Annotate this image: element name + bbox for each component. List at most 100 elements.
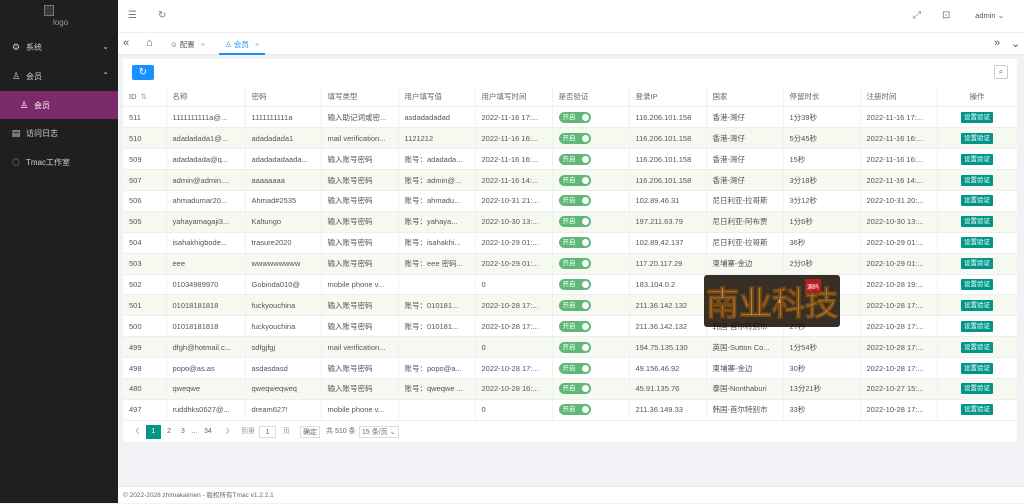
pager-page-input[interactable]: 1 [259, 426, 276, 438]
table-cell: 1分39秒 [783, 106, 861, 129]
action-cell: 设置验证 [937, 315, 1018, 338]
set-verify-button[interactable]: 设置验证 [961, 278, 993, 290]
fullscreen-icon[interactable]: ⤢ [913, 10, 921, 21]
table-cell: 504 [123, 232, 167, 254]
set-verify-button[interactable]: 设置验证 [961, 383, 993, 395]
verify-toggle[interactable]: 开启 [558, 383, 591, 395]
set-verify-button[interactable]: 设置验证 [961, 174, 993, 186]
set-verify-button[interactable]: 设置验证 [961, 362, 993, 374]
table-cell: wwwwwwwww [245, 253, 322, 275]
pager-page[interactable]: 2 [167, 425, 171, 439]
verify-toggle[interactable]: 开启 [558, 258, 591, 270]
pager-page[interactable]: 34 [204, 425, 212, 439]
table-cell: isahakhigbode... [166, 232, 246, 254]
sort-icon[interactable]: ⇅ [141, 92, 147, 101]
menu-fold-icon[interactable]: ☰ [128, 10, 137, 21]
pager-next[interactable]: 〉 [226, 425, 233, 439]
tab-config[interactable]: ☺ 配置 × [164, 36, 211, 55]
set-verify-button[interactable]: 设置验证 [961, 320, 993, 332]
table-cell: 输入账号密码 [321, 169, 399, 191]
tabs-menu-icon[interactable]: ⌄ [1011, 37, 1020, 50]
verify-toggle[interactable]: 开启 [558, 111, 591, 123]
lock-icon[interactable]: ⊡ [942, 10, 950, 21]
table-cell: adadadada1@... [166, 127, 246, 150]
verify-toggle[interactable]: 开启 [558, 404, 591, 416]
table-cell: 2022-10-29 01:... [475, 253, 553, 275]
column-header[interactable]: ID ⇅ [123, 86, 167, 108]
set-verify-button[interactable]: 设置验证 [961, 216, 993, 228]
set-verify-button[interactable]: 设置验证 [961, 111, 993, 123]
tabs-right-icon[interactable]: » [994, 37, 1000, 49]
table-cell: 账号：isahakhi... [398, 232, 476, 254]
sidebar-item-studio[interactable]: ⬡ Tmac工作室 [0, 148, 118, 177]
table-row: 500 01018181818 fuckyouchina 输入账号密码 账号：01018… [123, 315, 1018, 338]
table-cell: 5分45秒 [783, 127, 861, 150]
table-cell: 0 [475, 399, 553, 421]
verify-toggle[interactable]: 开启 [558, 195, 591, 207]
table-cell: 2022-10-28 17:... [860, 357, 938, 379]
verify-toggle[interactable]: 开启 [558, 320, 591, 332]
column-header: 停留时长 [783, 86, 861, 108]
set-verify-button[interactable]: 设置验证 [961, 153, 993, 165]
verify-toggle[interactable]: 开启 [558, 132, 591, 144]
close-icon[interactable]: × [201, 40, 205, 49]
pager-goto-label: 到第 [241, 428, 255, 435]
set-verify-button[interactable]: 设置验证 [961, 237, 993, 249]
table-cell: 197.211.63.79 [629, 211, 707, 233]
set-verify-button[interactable]: 设置验证 [961, 341, 993, 353]
table-cell: 507 [123, 169, 167, 191]
set-verify-button[interactable]: 设置验证 [961, 195, 993, 207]
table-cell: 13分21秒 [783, 378, 861, 400]
search-button[interactable]: ⌕ [994, 65, 1008, 79]
table-cell: Kaltungo [245, 211, 322, 233]
verify-toggle[interactable]: 开启 [558, 216, 591, 228]
pager-confirm-button[interactable]: 确定 [300, 426, 320, 438]
verify-cell: 开启 [552, 378, 630, 400]
close-icon[interactable]: × [255, 40, 259, 49]
set-verify-button[interactable]: 设置验证 [961, 258, 993, 270]
set-verify-button[interactable]: 设置验证 [961, 132, 993, 144]
pager-prev[interactable]: 〈 [132, 425, 139, 439]
sidebar-item-system[interactable]: ⚙ 系统 ⌄ [0, 33, 118, 62]
table-cell: adadadada@q... [166, 148, 246, 171]
verify-toggle[interactable]: 开启 [558, 237, 591, 249]
table-cell: 输入助记词或密... [321, 106, 399, 129]
table-cell: 香港-灣仔 [706, 169, 784, 191]
tab-label: 会员 [233, 40, 249, 49]
verify-toggle[interactable]: 开启 [558, 278, 591, 290]
verify-toggle[interactable]: 开启 [558, 341, 591, 353]
set-verify-button[interactable]: 设置验证 [961, 299, 993, 311]
table-cell: 尼日利亚-拉哥斯 [706, 190, 784, 212]
sidebar-subitem-members[interactable]: ♙ 会员 [0, 91, 118, 119]
verify-cell: 开启 [552, 190, 630, 212]
table-cell: sdfgjfgj [245, 336, 322, 359]
home-icon[interactable]: ⌂ [146, 37, 153, 49]
action-cell: 设置验证 [937, 232, 1018, 254]
table-row: 505 yahayamagaji3... Kaltungo 输入账号密码 账号：yaha… [123, 211, 1018, 233]
table-cell: 3分12秒 [783, 190, 861, 212]
tab-members[interactable]: ♙ 会员 × [219, 36, 266, 55]
table-cell: 输入账号密码 [321, 357, 399, 379]
table-cell: mail verification... [321, 127, 399, 150]
verify-toggle[interactable]: 开启 [558, 174, 591, 186]
verify-toggle[interactable]: 开启 [558, 299, 591, 311]
pager-size-select[interactable]: 15 条/页 ⌄ [359, 426, 399, 438]
refresh-icon[interactable]: ↻ [158, 10, 166, 21]
tabs-left-icon[interactable]: « [123, 37, 129, 49]
pager-page-unit: 页 [283, 428, 290, 435]
table-cell [398, 399, 476, 421]
set-verify-button[interactable]: 设置验证 [961, 404, 993, 416]
table-cell: 102.89.46.31 [629, 190, 707, 212]
sidebar-item-members[interactable]: ♙ 会员 ⌃ [0, 62, 118, 91]
refresh-button[interactable]: ↻ [132, 65, 154, 80]
table-cell: 2022-10-28 17:... [860, 336, 938, 359]
verify-cell: 开启 [552, 357, 630, 379]
pager-page-current[interactable]: 1 [146, 425, 161, 439]
user-menu[interactable]: admin ⌄ [975, 11, 1004, 20]
table-row: 501 01018181818 fuckyouchina 输入账号密码 账号：01018… [123, 294, 1018, 317]
verify-toggle[interactable]: 开启 [558, 362, 591, 374]
verify-toggle[interactable]: 开启 [558, 153, 591, 165]
pager-page[interactable]: 3 [181, 425, 185, 439]
table-cell: 2022-11-16 17:... [475, 106, 553, 129]
sidebar-item-access-log[interactable]: ▤ 访问日志 [0, 119, 118, 148]
